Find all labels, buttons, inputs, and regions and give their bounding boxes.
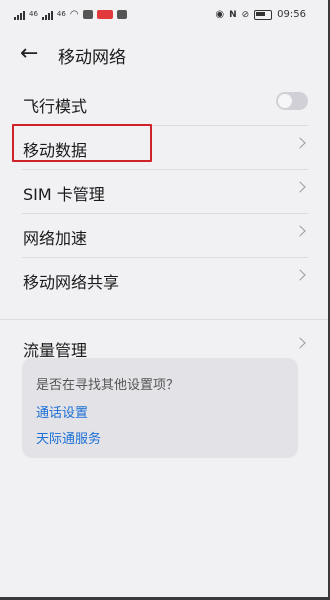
wifi-icon: ◠ (69, 9, 79, 20)
battery-icon (254, 9, 273, 20)
notification-icon-3 (116, 10, 127, 19)
call-settings-link[interactable]: 通话设置 (36, 402, 88, 421)
row-mobile-data[interactable]: 移动数据 (22, 126, 308, 170)
signal-icon-1 (14, 10, 25, 20)
status-left: 46 46 ◠ (14, 9, 127, 20)
section-divider (0, 301, 330, 320)
notification-icon-2 (96, 10, 113, 19)
suggestion-question: 是否在寻找其他设置项？ (36, 378, 180, 393)
title-bar: ← 移动网络 (0, 36, 330, 76)
row-label: 移动数据 (23, 141, 88, 160)
row-label: 飞行模式 (23, 97, 88, 116)
chevron-right-icon (294, 181, 306, 193)
chevron-right-icon (294, 269, 306, 281)
row-label: 网络加速 (23, 229, 88, 248)
row-label: SIM 卡管理 (23, 185, 105, 204)
signal-icon-2 (41, 10, 53, 20)
settings-list: 飞行模式 移动数据 SIM 卡管理 网络加速 移动网络共享 流量管理 (0, 82, 330, 369)
row-sim-management[interactable]: SIM 卡管理 (22, 170, 308, 214)
notification-icon-1 (82, 10, 93, 19)
suggestion-card: 是否在寻找其他设置项？ 通话设置 天际通服务 (22, 358, 298, 458)
network-type-1: 46 (29, 10, 38, 18)
nfc-icon: N (229, 9, 237, 20)
row-network-acceleration[interactable]: 网络加速 (22, 214, 308, 258)
airplane-mode-toggle[interactable] (276, 92, 308, 110)
clock: 09:56 (277, 9, 306, 20)
chevron-right-icon (294, 225, 306, 237)
network-type-2: 46 (56, 10, 66, 18)
row-tethering[interactable]: 移动网络共享 (22, 258, 308, 301)
eye-icon: ◉ (215, 9, 225, 20)
page-title: 移动网络 (58, 48, 126, 68)
status-bar: 46 46 ◠ ◉ N ⊘ 09:56 (0, 0, 330, 32)
chevron-right-icon (294, 337, 306, 349)
row-airplane-mode[interactable]: 飞行模式 (22, 82, 308, 126)
row-label: 移动网络共享 (23, 273, 120, 292)
back-arrow-icon[interactable]: ← (20, 42, 46, 68)
skytone-service-link[interactable]: 天际通服务 (36, 428, 101, 447)
silent-icon: ⊘ (241, 9, 250, 20)
status-right: ◉ N ⊘ 09:56 (215, 9, 306, 20)
chevron-right-icon (294, 137, 306, 149)
